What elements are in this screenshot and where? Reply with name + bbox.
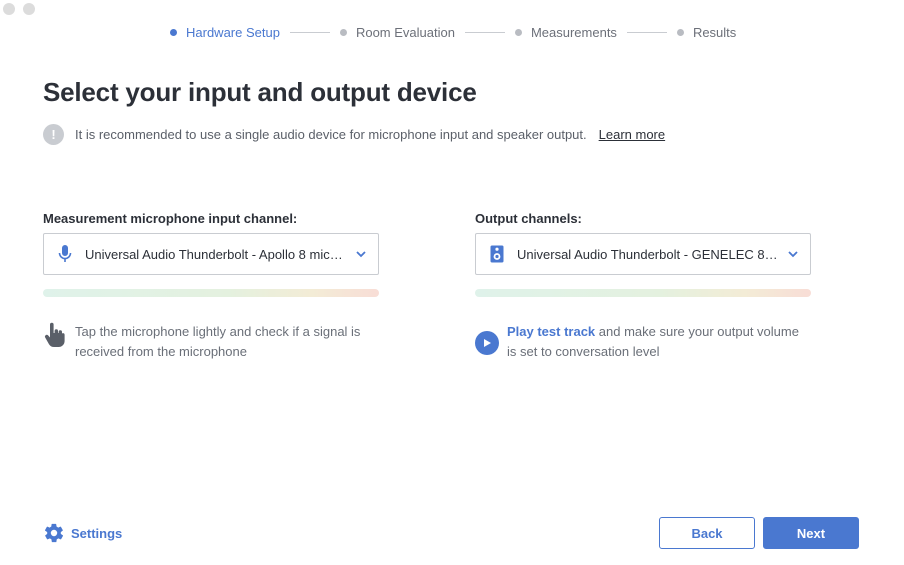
output-channel-label: Output channels:: [475, 211, 582, 226]
play-icon[interactable]: [475, 331, 499, 355]
input-channel-label: Measurement microphone input channel:: [43, 211, 298, 226]
chevron-down-icon: [354, 247, 368, 261]
input-hint: Tap the microphone lightly and check if …: [43, 322, 379, 362]
step-connector: [626, 31, 667, 33]
step-connector: [464, 31, 505, 33]
step-dot: [339, 28, 347, 36]
input-hint-text: Tap the microphone lightly and check if …: [75, 324, 361, 359]
output-hint: Play test track and make sure your outpu…: [475, 322, 811, 362]
step-room-evaluation: Room Evaluation: [339, 24, 455, 40]
input-level-meter: [43, 289, 379, 297]
window-controls: [3, 3, 35, 15]
step-hardware-setup: Hardware Setup: [170, 25, 280, 40]
step-label: Room Evaluation: [355, 24, 455, 40]
play-test-track-link[interactable]: Play test track: [507, 324, 595, 339]
output-device-select[interactable]: Universal Audio Thunderbolt - GENELEC 80…: [475, 233, 811, 275]
chevron-down-icon: [786, 247, 800, 261]
step-results: Results: [676, 24, 737, 40]
step-measurements: Measurements: [514, 24, 617, 40]
window-minimize-button[interactable]: [23, 3, 35, 15]
notice-text: It is recommended to use a single audio …: [75, 127, 587, 142]
step-label: Results: [692, 24, 737, 40]
recommendation-notice: ! It is recommended to use a single audi…: [43, 124, 665, 145]
tap-hand-icon: [43, 322, 67, 348]
step-dot: [170, 28, 177, 36]
output-hint-text: Play test track and make sure your outpu…: [507, 322, 811, 362]
window-close-button[interactable]: [3, 3, 15, 15]
input-device-value: Universal Audio Thunderbolt - Apollo 8 m…: [85, 246, 346, 262]
gear-icon: [43, 522, 65, 544]
settings-link[interactable]: Settings: [43, 522, 122, 544]
progress-stepper: Hardware Setup Room Evaluation Measureme…: [170, 24, 736, 40]
speaker-icon: [488, 245, 506, 263]
next-button[interactable]: Next: [763, 517, 859, 549]
output-level-meter: [475, 289, 811, 297]
settings-label: Settings: [71, 525, 123, 541]
step-connector: [289, 31, 330, 33]
step-label: Measurements: [530, 24, 617, 40]
step-label: Hardware Setup: [186, 24, 280, 40]
output-device-value: Universal Audio Thunderbolt - GENELEC 80…: [517, 246, 778, 262]
exclamation-icon: !: [43, 124, 64, 145]
output-device-section: Output channels: Universal Audio Thunder…: [475, 211, 811, 362]
microphone-icon: [56, 245, 74, 263]
learn-more-link[interactable]: Learn more: [599, 127, 665, 142]
step-dot: [676, 28, 684, 36]
input-device-select[interactable]: Universal Audio Thunderbolt - Apollo 8 m…: [43, 233, 379, 275]
back-button[interactable]: Back: [659, 517, 755, 549]
step-dot: [514, 28, 522, 36]
input-device-section: Measurement microphone input channel: Un…: [43, 211, 379, 362]
page-title: Select your input and output device: [43, 77, 477, 107]
